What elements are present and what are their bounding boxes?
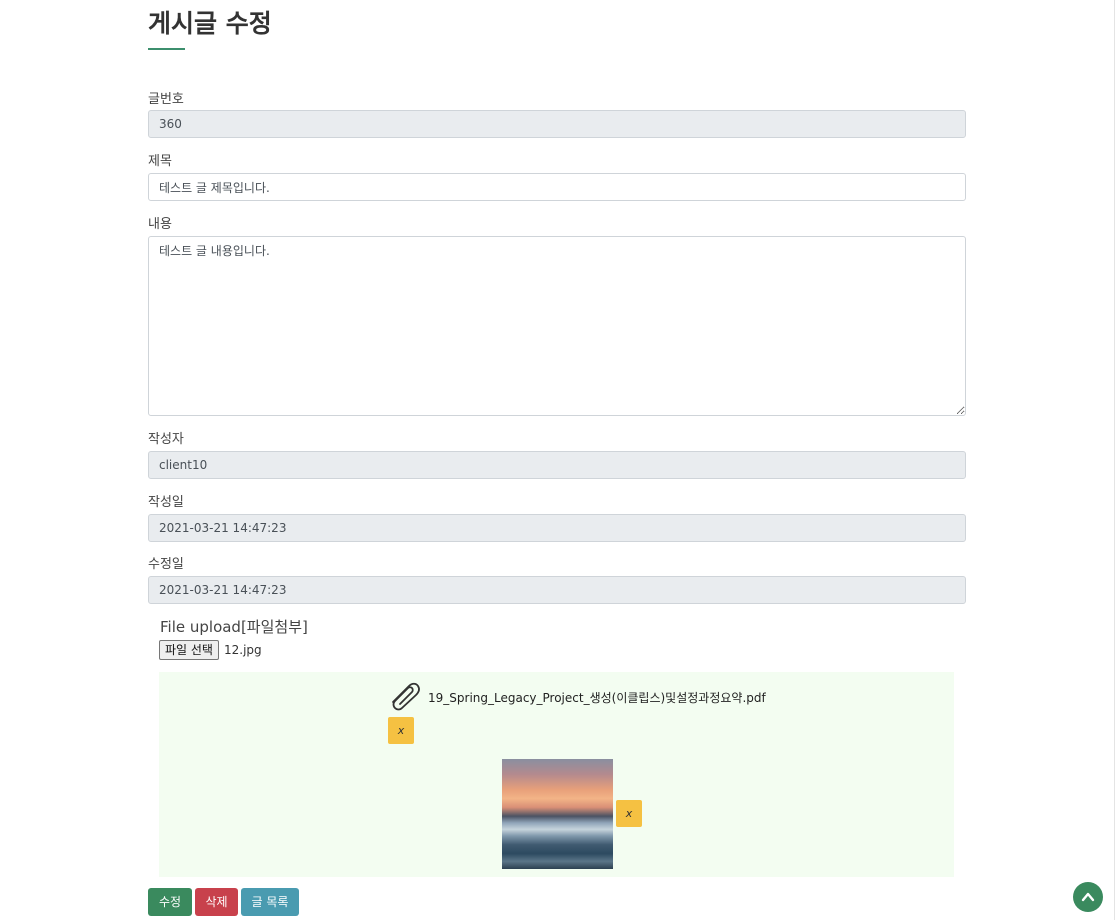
delete-button[interactable]: 삭제 <box>195 888 238 916</box>
page: 게시글 수정 글번호 제목 내용 테스트 글 내용입니다. 작성자 작성일 수정… <box>0 0 1115 920</box>
title-underline <box>148 48 185 50</box>
file-upload-title: File upload[파일첨부] <box>160 618 308 636</box>
paperclip-icon <box>389 682 423 712</box>
scroll-top-button[interactable] <box>1073 882 1103 912</box>
page-title: 게시글 수정 <box>148 9 272 38</box>
choose-file-button[interactable]: 파일 선택 <box>159 640 219 660</box>
delete-attachment-button[interactable]: x <box>388 717 414 744</box>
content-textarea[interactable]: 테스트 글 내용입니다. <box>148 236 966 416</box>
regdate-field[interactable] <box>148 514 966 542</box>
image-thumbnail[interactable] <box>502 759 613 869</box>
updatedate-label: 수정일 <box>148 557 184 572</box>
attachment-file-name[interactable]: 19_Spring_Legacy_Project_생성(이클립스)및설정과정요약… <box>428 689 766 706</box>
chosen-file-name: 12.jpg <box>224 643 262 657</box>
title-field[interactable] <box>148 173 966 201</box>
bno-label: 글번호 <box>148 92 184 107</box>
title-label: 제목 <box>148 154 172 169</box>
modify-button[interactable]: 수정 <box>148 888 192 916</box>
list-button[interactable]: 글 목록 <box>241 888 299 916</box>
writer-field[interactable] <box>148 451 966 479</box>
writer-label: 작성자 <box>148 432 184 447</box>
delete-image-button[interactable]: x <box>616 800 642 827</box>
bno-field[interactable] <box>148 110 966 138</box>
regdate-label: 작성일 <box>148 495 184 510</box>
content-label: 내용 <box>148 217 172 232</box>
updatedate-field[interactable] <box>148 576 966 604</box>
chevron-up-icon <box>1081 892 1095 902</box>
attachment-panel: 19_Spring_Legacy_Project_생성(이클립스)및설정과정요약… <box>159 672 954 877</box>
